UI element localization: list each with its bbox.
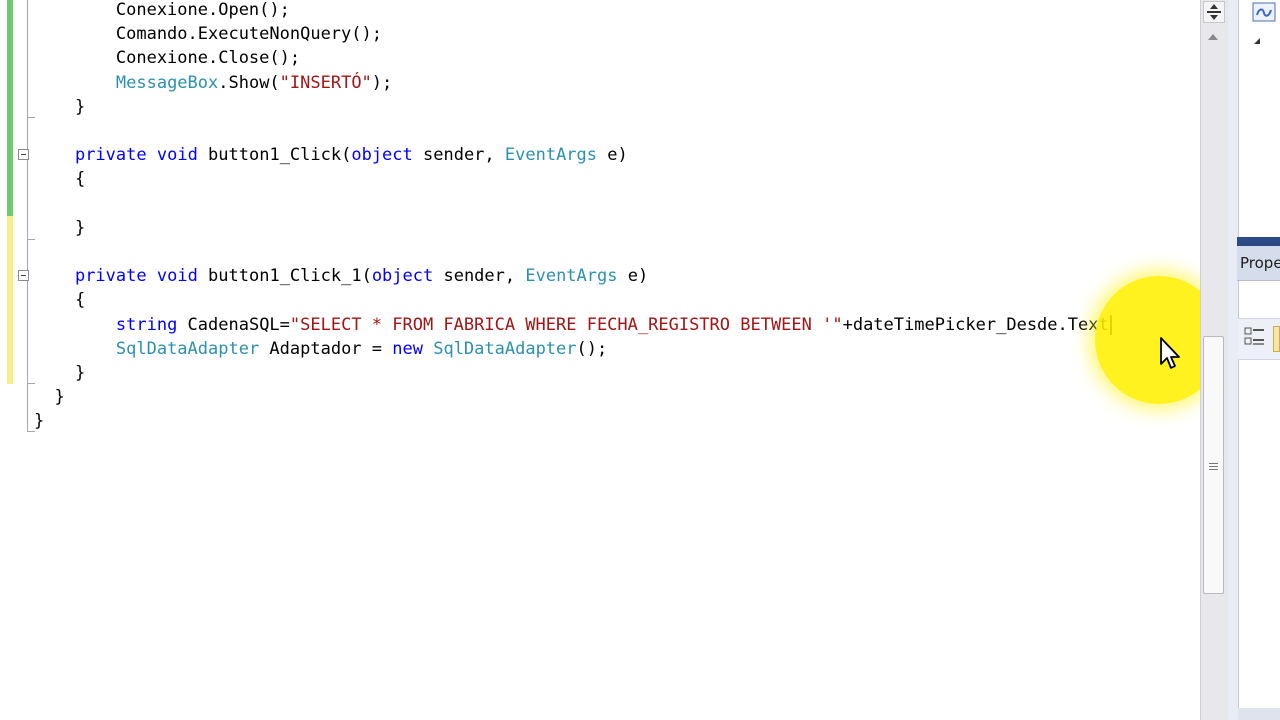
code-line[interactable]: { — [34, 167, 85, 191]
code-editor[interactable]: Conexione.Open(); Comando.ExecuteNonQuer… — [0, 0, 1200, 720]
outline-guide-class — [27, 0, 28, 432]
code-line[interactable]: } — [34, 385, 65, 409]
collapse-toggle[interactable] — [18, 149, 29, 160]
code-token: e) — [597, 145, 628, 166]
code-token: button1_Click( — [197, 145, 352, 166]
code-token: } — [34, 217, 86, 238]
code-token: EventArgs — [525, 266, 618, 287]
code-token: { — [34, 290, 86, 311]
unsaved-changes-bar — [7, 216, 13, 384]
code-token: SqlDataAdapter — [433, 338, 577, 359]
split-icon — [1207, 4, 1221, 20]
code-line[interactable]: Conexione.Open(); — [34, 0, 290, 22]
code-token: void — [156, 266, 198, 287]
scroll-up-arrow-icon[interactable] — [1206, 32, 1220, 42]
code-line[interactable]: string CadenaSQL="SELECT * FROM FABRICA … — [34, 313, 1112, 337]
code-token: MessageBox — [115, 72, 219, 93]
code-token: Adaptador = — [259, 338, 393, 359]
code-token: object — [371, 266, 434, 287]
code-token: } — [34, 96, 86, 117]
code-token: { — [34, 169, 86, 190]
code-token: Conexione.Close(); — [34, 48, 301, 69]
code-token: new — [392, 338, 423, 359]
mouse-pointer-icon — [1160, 337, 1180, 369]
property-pages-button[interactable] — [1273, 326, 1280, 352]
code-token: sender, — [433, 266, 526, 287]
scroll-thumb[interactable] — [1203, 336, 1224, 594]
code-token: "INSERTÓ" — [279, 72, 372, 93]
code-line[interactable]: } — [34, 409, 44, 433]
code-token: +dateTimePicker_Desde.Text — [842, 314, 1109, 335]
properties-pane-footer — [1238, 708, 1280, 720]
saved-changes-bar — [7, 0, 13, 216]
code-token: EventArgs — [504, 145, 598, 166]
code-token: private — [74, 145, 147, 166]
code-token: ); — [371, 72, 393, 93]
code-token: Conexione.Open(); — [34, 0, 290, 20]
code-token: } — [34, 387, 65, 408]
code-line[interactable]: Comando.ExecuteNonQuery(); — [34, 22, 382, 46]
code-token: } — [34, 411, 45, 432]
code-line[interactable]: private void button1_Click_1(object send… — [34, 264, 648, 288]
code-token: Comando.ExecuteNonQuery(); — [34, 24, 382, 45]
code-line[interactable]: } — [34, 361, 85, 385]
pane-separator — [1237, 237, 1280, 246]
code-token: (); — [576, 338, 608, 359]
code-token: e) — [617, 266, 649, 287]
code-token: CadenaSQL= — [177, 314, 290, 335]
split-window-button[interactable] — [1203, 1, 1225, 23]
code-token: string — [115, 314, 178, 335]
code-line[interactable]: } — [34, 95, 85, 119]
code-line[interactable]: SqlDataAdapter Adaptador = new SqlDataAd… — [34, 337, 607, 361]
code-token: "SELECT * FROM FABRICA WHERE FECHA_REGIS… — [289, 314, 843, 335]
categorized-view-icon[interactable] — [1244, 326, 1266, 348]
code-token: button1_Click_1( — [197, 266, 372, 287]
code-line[interactable]: MessageBox.Show("INSERTÓ"); — [34, 71, 392, 95]
code-token: object — [351, 145, 413, 166]
pane-splitter[interactable] — [1228, 0, 1238, 720]
project-icon[interactable] — [1252, 2, 1276, 22]
code-line[interactable]: { — [34, 288, 85, 312]
collapse-toggle[interactable] — [18, 270, 29, 281]
grip-icon — [1209, 463, 1218, 470]
code-token: private — [74, 266, 147, 287]
code-token: void — [156, 145, 198, 166]
properties-pane-title: Properties — [1240, 254, 1280, 272]
code-line[interactable]: private void button1_Click(object sender… — [34, 143, 628, 167]
code-token: SqlDataAdapter — [115, 338, 260, 359]
expand-arrow-icon[interactable] — [1252, 36, 1262, 46]
code-token: .Show( — [218, 72, 280, 93]
code-token: } — [34, 363, 86, 383]
code-token: sender, — [412, 145, 505, 166]
code-line[interactable]: } — [34, 216, 85, 240]
code-line[interactable]: Conexione.Close(); — [34, 46, 300, 70]
